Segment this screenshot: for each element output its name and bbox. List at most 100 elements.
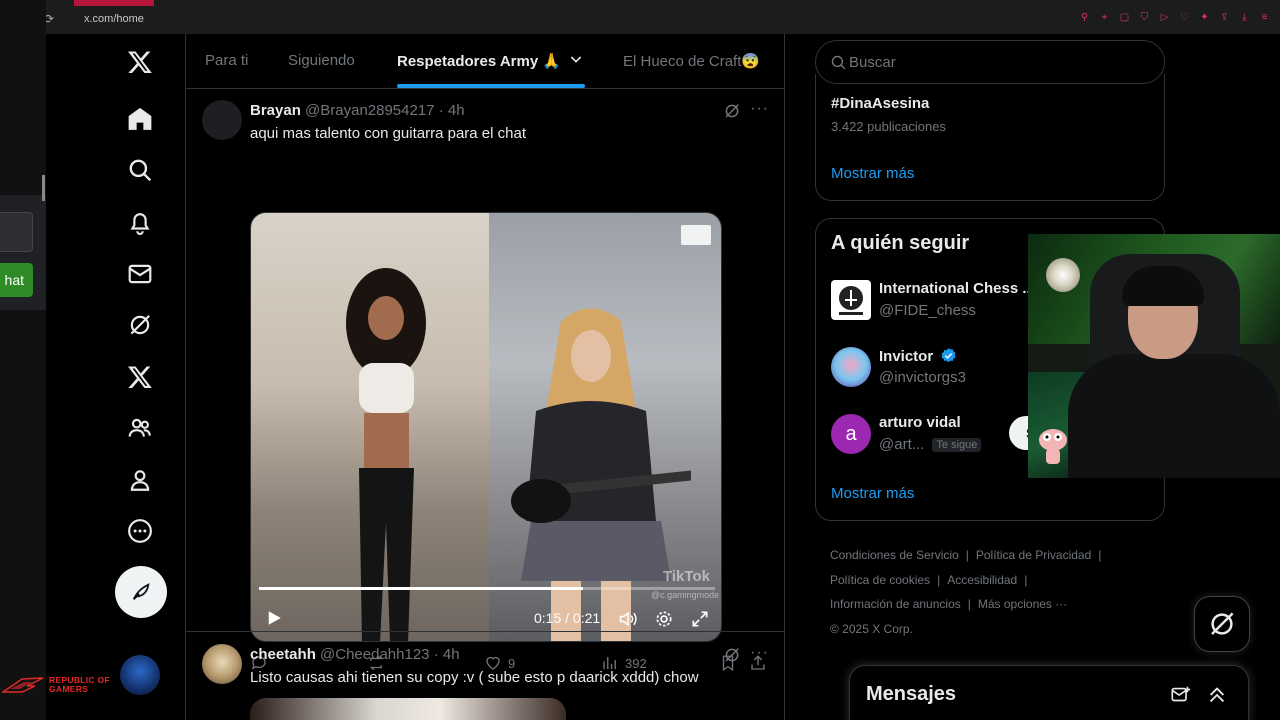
avatar[interactable] [202,100,242,140]
expand-icon[interactable] [1206,684,1228,706]
account-name[interactable]: International Chess ... [879,280,1035,297]
download-icon[interactable]: ⤓ [1239,12,1250,23]
pin-icon[interactable]: ⌖ [1099,12,1110,23]
compose-post-button[interactable] [115,566,167,618]
verified-badge-icon [941,348,956,363]
active-tab-indicator [74,0,154,6]
chat-button[interactable]: hat [0,263,33,297]
footer-link-cookies[interactable]: Política de cookies [830,573,930,587]
notifications-icon[interactable] [126,208,154,236]
avatar[interactable] [202,644,242,684]
author-name[interactable]: Brayan [250,102,301,119]
post[interactable]: cheetahh @Cheedahh123 · 4h ··· Listo cau… [186,632,784,720]
messages-drawer[interactable]: Mensajes [849,665,1249,720]
chevron-down-icon[interactable] [568,51,584,72]
account-handle[interactable]: @invictorgs3 [879,369,966,386]
tab-para-ti[interactable]: Para ti [205,52,248,69]
grok-icon[interactable] [723,102,741,120]
post[interactable]: Brayan @Brayan28954217 · 4h ··· aqui mas… [186,90,784,672]
overlay-box [0,212,33,252]
messages-icon[interactable] [126,260,154,288]
follows-you-badge: Te sigue [932,438,982,452]
premium-x-icon[interactable] [126,363,154,391]
copyright: © 2025 X Corp. [830,621,913,636]
screenshot-icon[interactable]: ▢ [1119,12,1130,23]
video-progress-bar[interactable] [259,587,715,590]
rog-eye-icon [2,677,44,693]
account-handle[interactable]: @art... [879,436,924,453]
extensions-icon[interactable]: ✦ [1199,12,1210,23]
author-handle[interactable]: @Brayan28954217 [305,102,435,119]
settings-icon[interactable] [654,609,674,629]
tab-siguiendo[interactable]: Siguiendo [288,52,355,69]
menu-icon[interactable]: ≡ [1259,12,1270,23]
ring-light [1046,258,1080,292]
video-time: 0:15 / 0:21 [534,610,601,626]
trend-count: 3.422 publicaciones [831,119,946,134]
new-message-icon[interactable] [1170,684,1192,706]
show-more-link[interactable]: Mostrar más [831,485,914,502]
home-icon[interactable] [126,105,154,133]
tiktok-watermark-handle: @c.gamingmode [651,590,720,600]
timeline: Para ti Siguiendo Respetadores Army 🙏 El… [185,34,785,720]
search-icon [831,55,846,70]
footer-link-ads-info[interactable]: Información de anuncios [830,597,961,611]
post-media[interactable] [250,698,566,720]
footer-link-privacy[interactable]: Política de Privacidad [976,548,1091,562]
profile-icon[interactable] [126,466,154,494]
explore-icon[interactable] [126,156,154,184]
grok-icon[interactable] [723,646,741,664]
more-options-icon[interactable] [126,517,154,545]
fide-logo[interactable] [831,280,871,320]
volume-icon[interactable] [618,609,638,629]
left-overlay-strip [0,0,46,720]
post-header: Brayan @Brayan28954217 · 4h [250,102,465,119]
show-more-link[interactable]: Mostrar más [831,165,914,182]
author-handle[interactable]: @Cheedahh123 [320,646,429,663]
avatar[interactable] [831,347,871,387]
trends-card: #DinaAsesina 3.422 publicaciones Mostrar… [815,74,1165,201]
tab-el-hueco-de-craft[interactable]: El Hueco de Craft😨 [623,52,760,70]
trend-tag[interactable]: #DinaAsesina [831,95,929,112]
feather-icon [132,583,150,600]
footer-link-terms[interactable]: Condiciones de Servicio [830,548,959,562]
communities-icon[interactable] [126,414,154,442]
grok-icon[interactable] [126,311,154,339]
play-icon[interactable]: ▷ [1159,12,1170,23]
video-player[interactable]: TikTok @c.gamingmode 0:15 / 0:21 [250,212,722,642]
tiktok-watermark: TikTok [663,568,710,585]
fullscreen-icon[interactable] [690,609,710,629]
author-name[interactable]: cheetahh [250,646,316,663]
footer-link-accessibility[interactable]: Accesibilidad [947,573,1017,587]
shield-icon[interactable]: ⛉ [1139,12,1150,23]
post-time[interactable]: 4h [448,102,465,119]
x-logo-icon[interactable] [126,48,154,76]
footer-link-more[interactable]: Más opciones ··· [978,597,1067,611]
scrollbar[interactable] [42,175,45,201]
more-icon[interactable]: ··· [750,100,769,118]
grok-floating-button[interactable] [1194,596,1250,652]
more-icon[interactable]: ··· [750,644,769,662]
primary-nav [46,34,186,720]
streamer-webcam [1028,234,1280,478]
play-icon[interactable] [265,609,283,627]
account-name[interactable]: Invictor [879,348,933,365]
dancer-figure [346,268,426,641]
share-icon[interactable]: ⇪ [1219,12,1230,23]
account-handle[interactable]: @FIDE_chess [879,302,976,319]
browser-toolbar: ⟳ x.com/home ⚲ ⌖ ▢ ⛉ ▷ ♡ ✦ ⇪ ⤓ ≡ [0,0,1280,34]
heart-icon[interactable]: ♡ [1179,12,1190,23]
grok-icon [1211,612,1234,635]
account-name[interactable]: arturo vidal [879,414,961,431]
rog-text-line2: GAMERS [49,684,89,694]
video-progress-fill [259,587,583,590]
post-time[interactable]: 4h [443,646,460,663]
zoom-icon[interactable]: ⚲ [1079,12,1090,23]
address-bar[interactable]: x.com/home [84,13,144,25]
avatar[interactable]: a [831,414,871,454]
download-icon[interactable] [681,225,711,245]
messages-title: Mensajes [866,683,957,705]
post-text: Listo causas ahi tienen su copy :v ( sub… [250,669,699,686]
timeline-tabs: Para ti Siguiendo Respetadores Army 🙏 El… [186,34,784,89]
tab-respetadores-army[interactable]: Respetadores Army 🙏 [397,52,561,70]
